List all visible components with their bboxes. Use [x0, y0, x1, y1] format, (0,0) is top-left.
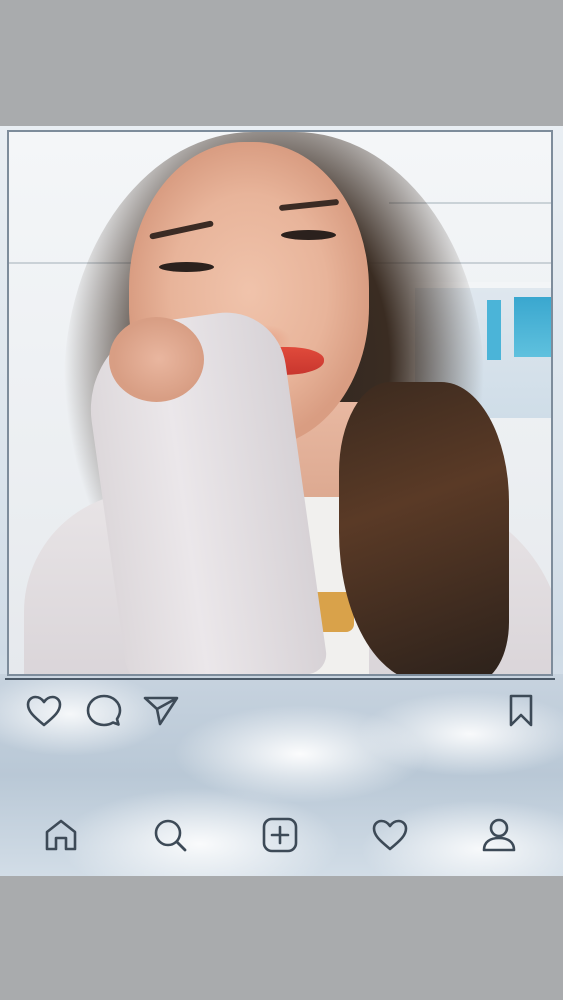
background-window-blue-strip: [487, 300, 501, 360]
post-card: [0, 126, 563, 876]
post-photo[interactable]: [7, 130, 553, 676]
bottom-nav: [0, 815, 563, 865]
background-window-blue: [514, 297, 551, 357]
bookmark-button[interactable]: [501, 691, 541, 731]
share-button[interactable]: [141, 691, 181, 731]
comment-icon: [86, 694, 122, 727]
nav-add-post[interactable]: [260, 815, 300, 855]
nav-profile[interactable]: [479, 815, 519, 855]
comment-button[interactable]: [83, 691, 123, 731]
add-post-icon: [262, 817, 298, 853]
right-eye: [281, 230, 336, 240]
post-actions: [0, 691, 563, 741]
activity-heart-icon: [372, 819, 408, 851]
nav-search[interactable]: [150, 815, 190, 855]
search-icon: [154, 819, 187, 852]
bookmark-icon: [509, 694, 533, 727]
nav-divider: [5, 678, 555, 680]
profile-icon: [482, 818, 516, 852]
hair-right: [339, 382, 509, 674]
share-icon: [143, 696, 179, 726]
left-eye: [159, 262, 214, 272]
nav-home[interactable]: [41, 815, 81, 855]
nav-activity[interactable]: [370, 815, 410, 855]
like-button[interactable]: [24, 691, 64, 731]
heart-icon: [26, 695, 62, 727]
home-icon: [45, 819, 77, 851]
hand: [109, 317, 204, 402]
